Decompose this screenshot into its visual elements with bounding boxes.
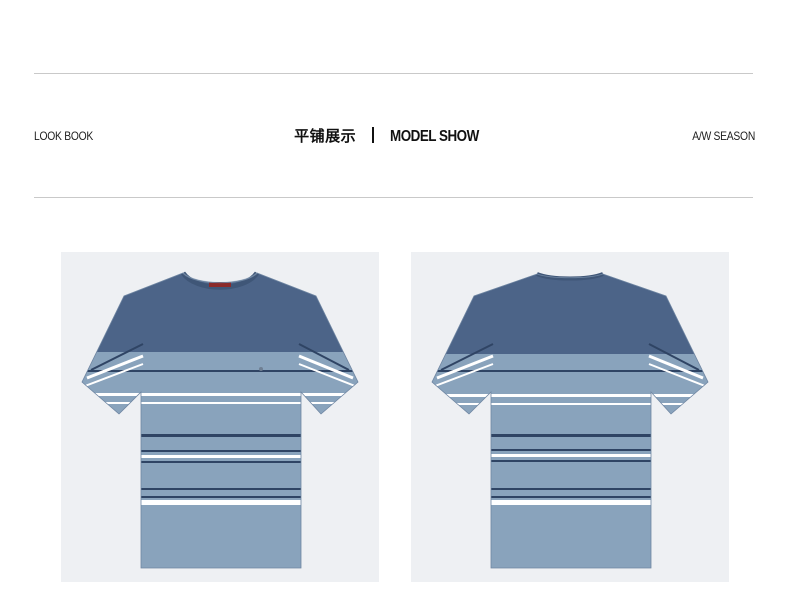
t-shirt-back-image [411, 252, 729, 582]
section-header: LOOK BOOK 平铺展示 MODEL SHOW A/W SEASON [0, 125, 790, 149]
title-separator [372, 127, 375, 143]
season-label: A/W SEASON [692, 129, 755, 143]
t-shirt-front-drawing [81, 271, 359, 569]
bottom-divider [34, 197, 753, 198]
top-divider [34, 73, 753, 74]
t-shirt-front-image [61, 252, 379, 582]
section-title-en: MODEL SHOW [390, 128, 479, 145]
section-title-cn: 平铺展示 [294, 127, 357, 145]
section-title: 平铺展示 MODEL SHOW [0, 125, 790, 146]
t-shirt-back-drawing [431, 272, 709, 569]
